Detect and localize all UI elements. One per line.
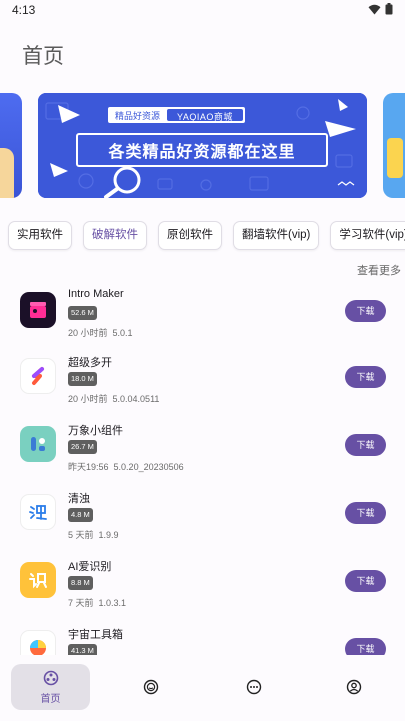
app-size-badge: 8.8 M: [68, 576, 93, 590]
app-row[interactable]: 万象小组件 26.7 M 昨天19:56 5.0.20_20230506 下载: [0, 414, 405, 480]
download-button[interactable]: 下载: [345, 366, 386, 388]
app-row[interactable]: AI爱识别 8.8 M 7 天前 1.0.3.1 下载: [0, 550, 405, 616]
app-list: Intro Maker 52.6 M 20 小时前 5.0.1 下载 超级多开 …: [0, 280, 405, 655]
ai-recognize-icon: [20, 562, 56, 598]
app-meta: 20 小时前 5.0.04.0511: [68, 392, 159, 405]
status-icons: [368, 3, 393, 15]
app-version: 1.0.3.1: [98, 598, 127, 608]
app-updated-time: 5 天前: [68, 530, 94, 540]
see-more-link[interactable]: 查看更多: [357, 262, 401, 278]
category-chips: 实用软件 破解软件 原创软件 翻墙软件(vip) 学习软件(vip): [8, 221, 405, 250]
smile-icon: [143, 679, 159, 695]
app-meta: 7 天前 1.0.3.1: [68, 596, 126, 609]
nav-more[interactable]: [244, 664, 264, 710]
app-version: 5.0.20_20230506: [113, 462, 184, 472]
status-bar: 4:13: [0, 0, 405, 20]
download-button[interactable]: 下载: [345, 300, 386, 322]
intro-maker-icon: [20, 292, 56, 328]
battery-icon: [385, 3, 393, 15]
more-dots-icon: [246, 679, 262, 695]
qingzhuo-icon: [20, 494, 56, 530]
category-chip-vpn[interactable]: 翻墙软件(vip): [233, 221, 320, 250]
universe-toolbox-icon: [20, 630, 56, 655]
app-version: 1.9.9: [98, 530, 119, 540]
banner-tag: 精品好资源 YAQIAO商城: [108, 107, 245, 123]
banner-headline: 各类精品好资源都在这里: [108, 144, 296, 161]
nav-smile[interactable]: [141, 664, 161, 710]
app-row[interactable]: 清浊 4.8 M 5 天前 1.9.9 下载: [0, 482, 405, 548]
app-version: 5.0.04.0511: [112, 394, 160, 404]
banner-next-peek[interactable]: [383, 93, 405, 198]
app-size-badge: 26.7 M: [68, 440, 97, 454]
page-title: 首页: [22, 45, 64, 68]
profile-icon: [346, 679, 362, 695]
app-meta: 昨天19:56 5.0.20_20230506: [68, 460, 184, 473]
bottom-nav: 首页: [0, 655, 405, 721]
download-button[interactable]: 下载: [345, 638, 386, 655]
app-row[interactable]: 宇宙工具箱 41.3 M 下载: [0, 618, 405, 655]
download-button[interactable]: 下载: [345, 570, 386, 592]
app-size-badge: 18.0 M: [68, 372, 97, 386]
app-name: 宇宙工具箱: [68, 629, 123, 641]
banner-headline-box: 各类精品好资源都在这里: [76, 133, 328, 167]
status-time: 4:13: [12, 3, 36, 17]
banner-carousel[interactable]: 精品好资源 YAQIAO商城 各类精品好资源都在这里: [0, 93, 405, 198]
app-name: 万象小组件: [68, 425, 123, 437]
app-size-badge: 41.3 M: [68, 644, 97, 655]
banner-prev-peek[interactable]: [0, 93, 22, 198]
app-name: 超级多开: [68, 357, 112, 369]
nav-home-label: 首页: [40, 693, 61, 705]
category-chip-cracked[interactable]: 破解软件: [83, 221, 147, 250]
banner-tag-right: YAQIAO商城: [167, 109, 243, 122]
app-updated-time: 20 小时前: [68, 394, 108, 404]
wifi-icon: [368, 4, 381, 14]
category-chip-original[interactable]: 原创软件: [158, 221, 222, 250]
app-name: 清浊: [68, 493, 90, 505]
download-button[interactable]: 下载: [345, 434, 386, 456]
home-icon: [43, 670, 58, 685]
app-name: Intro Maker: [68, 288, 124, 300]
app-meta: 20 小时前 5.0.1: [68, 326, 133, 339]
banner-slide[interactable]: 精品好资源 YAQIAO商城 各类精品好资源都在这里: [38, 93, 367, 198]
app-updated-time: 昨天19:56: [68, 462, 109, 472]
super-multi-icon: [20, 358, 56, 394]
app-row[interactable]: 超级多开 18.0 M 20 小时前 5.0.04.0511 下载: [0, 346, 405, 412]
download-button[interactable]: 下载: [345, 502, 386, 524]
app-updated-time: 20 小时前: [68, 328, 108, 338]
banner-tag-left: 精品好资源: [109, 108, 167, 122]
app-row[interactable]: Intro Maker 52.6 M 20 小时前 5.0.1 下载: [0, 280, 405, 346]
app-meta: 5 天前 1.9.9: [68, 528, 119, 541]
category-chip-practical[interactable]: 实用软件: [8, 221, 72, 250]
widget-icon: [20, 426, 56, 462]
app-version: 5.0.1: [112, 328, 133, 338]
app-updated-time: 7 天前: [68, 598, 94, 608]
nav-profile[interactable]: [344, 664, 364, 710]
nav-home[interactable]: 首页: [11, 664, 90, 710]
app-name: AI爱识别: [68, 561, 112, 573]
app-size-badge: 52.6 M: [68, 306, 97, 320]
category-chip-learning[interactable]: 学习软件(vip): [330, 221, 405, 250]
app-size-badge: 4.8 M: [68, 508, 93, 522]
